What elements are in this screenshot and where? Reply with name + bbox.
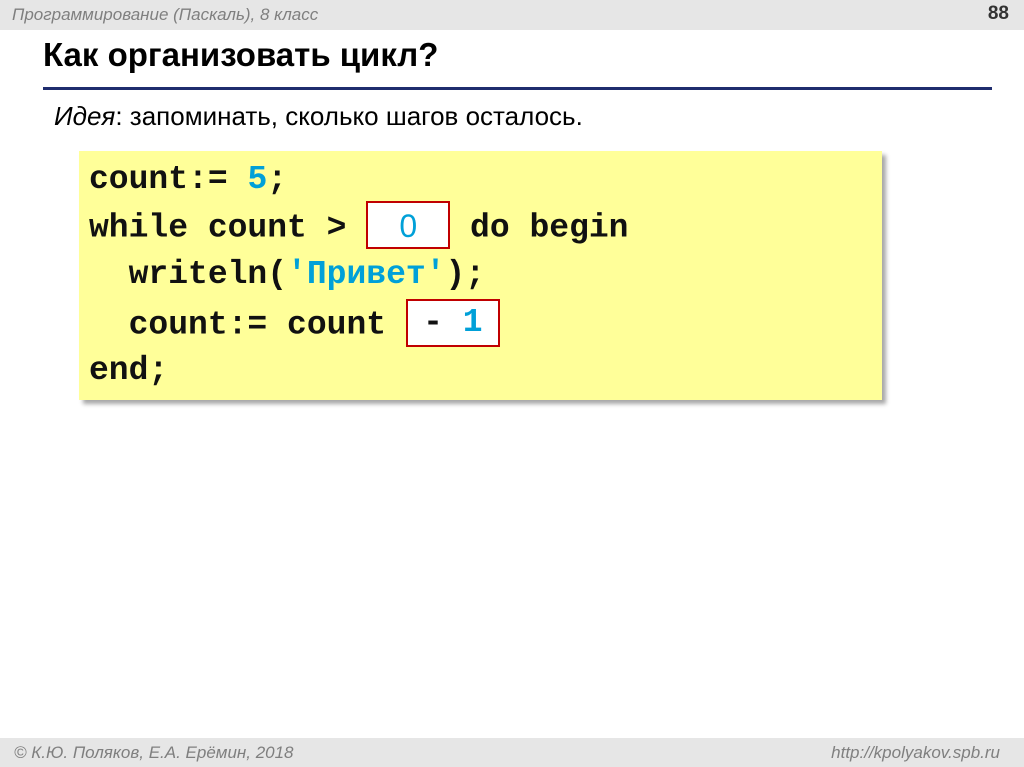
code-line-3-end: ); xyxy=(445,256,486,293)
idea-body: : запоминать, сколько шагов осталось. xyxy=(115,101,583,131)
code-line-4-text: count:= count xyxy=(89,306,406,344)
author-credit: © К.Ю. Поляков, Е.А. Ерёмин, 2018 xyxy=(14,743,294,762)
code-line-2-end: do begin xyxy=(450,209,629,247)
slide-title: Как организовать цикл? xyxy=(43,36,439,73)
literal-1: 1 xyxy=(462,304,483,341)
code-line-1-text: count:= xyxy=(89,161,248,198)
idea-lead: Идея xyxy=(54,101,116,131)
code-line-3-text: writeln( xyxy=(89,256,288,293)
code-line-3: writeln('Привет'); xyxy=(89,255,486,295)
course-title: Программирование (Паскаль), 8 класс xyxy=(12,5,319,24)
answer-box-zero: 0 xyxy=(366,201,451,249)
code-line-5: end; xyxy=(89,352,169,389)
literal-5: 5 xyxy=(247,161,268,198)
answer-box-decrement: - 1 xyxy=(405,299,500,347)
code-line-2-text: while count > xyxy=(89,209,367,247)
code-line-1-end: ; xyxy=(267,161,288,198)
idea-text: Идея: запоминать, сколько шагов осталось… xyxy=(54,101,583,132)
minus-operator: - xyxy=(423,304,463,341)
string-literal: 'Привет' xyxy=(287,256,446,293)
title-underline xyxy=(43,87,992,90)
site-url: http://kpolyakov.spb.ru xyxy=(831,743,1000,762)
code-line-4: count:= count - 1 xyxy=(89,299,500,347)
page-number: 88 xyxy=(987,3,1009,24)
code-line-2: while count > 0 do begin xyxy=(89,201,629,249)
footer-bar: © К.Ю. Поляков, Е.А. Ерёмин, 2018 http:/… xyxy=(0,738,1024,767)
header-bar: Программирование (Паскаль), 8 класс 88 xyxy=(0,0,1024,30)
code-block: count:= 5; while count > 0 do begin writ… xyxy=(79,151,882,400)
code-line-1: count:= 5; xyxy=(89,160,287,200)
